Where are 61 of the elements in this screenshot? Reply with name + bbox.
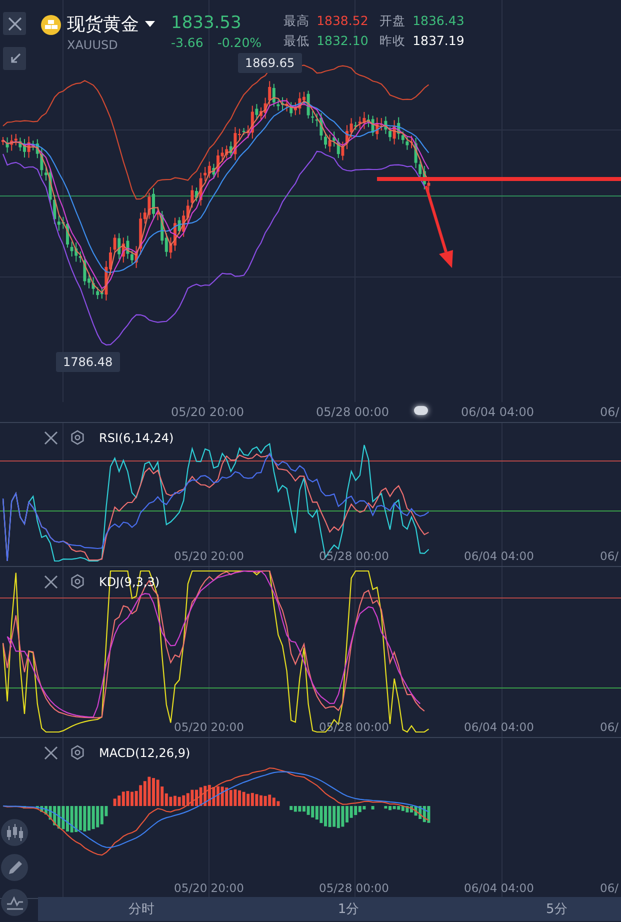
time-axis-label: 05/28 00:00 (319, 881, 389, 895)
time-axis-label: 06/04 04:00 (464, 720, 534, 734)
last-price: 1833.53 (171, 12, 242, 34)
period-tab[interactable]: 5分 (452, 897, 621, 921)
settings-button[interactable] (68, 743, 87, 762)
time-axis-label: 06/ (600, 405, 620, 419)
indicator-title: RSI(6,14,24) (99, 430, 174, 444)
time-axis-label: 06/ (600, 881, 619, 895)
stat-label: 最高 (284, 13, 310, 30)
close-button[interactable] (42, 744, 60, 762)
settings-button[interactable] (68, 572, 87, 591)
low-price-tooltip: 1786.48 (56, 352, 120, 372)
stat-value: 1837.19 (412, 33, 464, 50)
histogram-bar (23, 806, 26, 809)
stat-label: 开盘 (380, 13, 406, 30)
close-icon (6, 16, 22, 32)
stat-label: 昨收 (380, 33, 406, 50)
close-button[interactable] (3, 12, 26, 35)
caret-icon (145, 21, 155, 27)
settings-icon (70, 745, 85, 760)
close-button[interactable] (42, 572, 60, 590)
time-axis-label: 06/04 04:00 (464, 881, 534, 895)
chart-type-button[interactable] (1, 819, 28, 846)
close-button[interactable] (42, 428, 60, 446)
settings-icon (70, 574, 85, 589)
stat-value: 1838.52 (316, 13, 370, 30)
period-tab[interactable]: 1分 (245, 897, 452, 921)
time-axis-label: 05/28 00:00 (316, 405, 389, 419)
line-chart-icon (6, 894, 24, 910)
candlestick-icon (4, 824, 24, 842)
symbol-code: XAUUSD (67, 38, 119, 52)
coin-icon (41, 15, 61, 35)
stat-value: 1832.10 (316, 33, 370, 50)
price-change: -3.66 (171, 35, 204, 50)
time-axis-label: 05/20 20:00 (174, 549, 244, 563)
draw-button[interactable] (1, 854, 28, 881)
instrument-dropdown[interactable]: 现货黄金 (67, 12, 155, 36)
stat-label: 最低 (284, 33, 310, 50)
close-icon (44, 430, 58, 444)
percent-change: -0.20% (217, 35, 262, 50)
pencil-icon (6, 860, 22, 876)
time-axis-label: 06/04 04:00 (461, 405, 534, 419)
time-axis-label: 05/20 20:00 (174, 720, 244, 734)
high-price-tooltip: 1869.65 (238, 53, 302, 73)
indicator-title: MACD(12,26,9) (99, 746, 190, 760)
period-tab[interactable]: 分时 (38, 897, 245, 921)
time-axis-label: 05/28 00:00 (319, 549, 389, 563)
stat-value: 1836.43 (412, 13, 464, 30)
histogram-bar (371, 806, 374, 810)
time-axis-label: 06/ (600, 549, 619, 563)
close-icon (44, 746, 58, 760)
close-icon (44, 574, 58, 588)
time-axis-label: 06/04 04:00 (464, 549, 534, 563)
time-axis-label: 05/20 20:00 (174, 881, 244, 895)
collapse-button[interactable] (3, 47, 26, 70)
time-axis-label: 06/ (600, 720, 619, 734)
time-axis-label: 05/20 20:00 (171, 405, 244, 419)
settings-icon (70, 430, 85, 445)
scroll-handle[interactable] (414, 406, 428, 415)
indicator-button[interactable] (1, 889, 28, 916)
settings-button[interactable] (68, 428, 87, 447)
